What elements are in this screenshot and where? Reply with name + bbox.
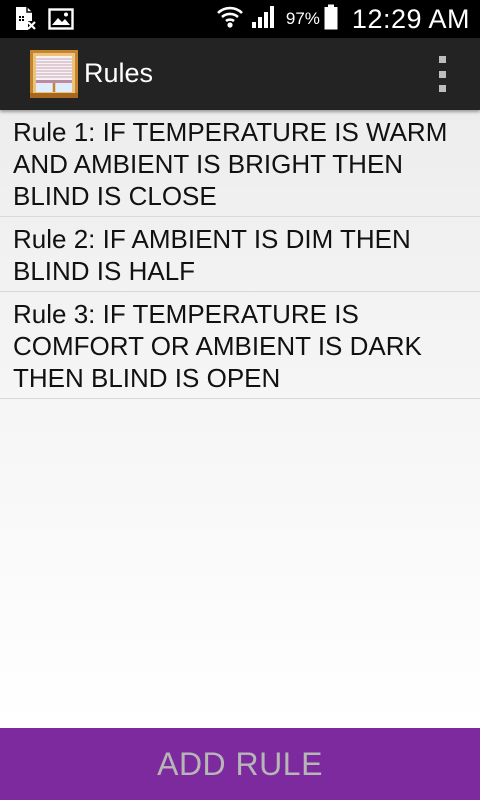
add-rule-button[interactable]: ADD RULE (0, 728, 480, 800)
rule-item-1[interactable]: Rule 1: IF TEMPERATURE IS WARM AND AMBIE… (0, 110, 480, 217)
document-blocked-icon (14, 6, 36, 37)
signal-icon (250, 4, 276, 35)
status-clock: 12:29 AM (351, 3, 470, 34)
rule-item-3[interactable]: Rule 3: IF TEMPERATURE IS COMFORT OR AMB… (0, 292, 480, 399)
page-title: Rules (84, 58, 154, 88)
menu-dot (438, 56, 446, 63)
action-bar: Rules (0, 38, 480, 110)
rules-content: Rule 1: IF TEMPERATURE IS WARM AND AMBIE… (0, 110, 480, 728)
menu-dot (438, 85, 446, 92)
wifi-icon (216, 3, 244, 36)
image-icon (48, 8, 74, 35)
battery-percent: 97% (285, 9, 320, 28)
overflow-menu-icon[interactable] (430, 56, 454, 92)
rule-item-2[interactable]: Rule 2: IF AMBIENT IS DIM THEN BLIND IS … (0, 217, 480, 292)
menu-dot (438, 70, 446, 78)
status-right-icons: 97% 12:29 AM (216, 0, 470, 38)
window-blind-icon[interactable] (29, 49, 79, 99)
status-bar: 97% 12:29 AM (0, 0, 480, 38)
status-left-icons (14, 6, 74, 37)
battery-icon (324, 4, 338, 35)
rule-list: Rule 1: IF TEMPERATURE IS WARM AND AMBIE… (0, 110, 480, 399)
